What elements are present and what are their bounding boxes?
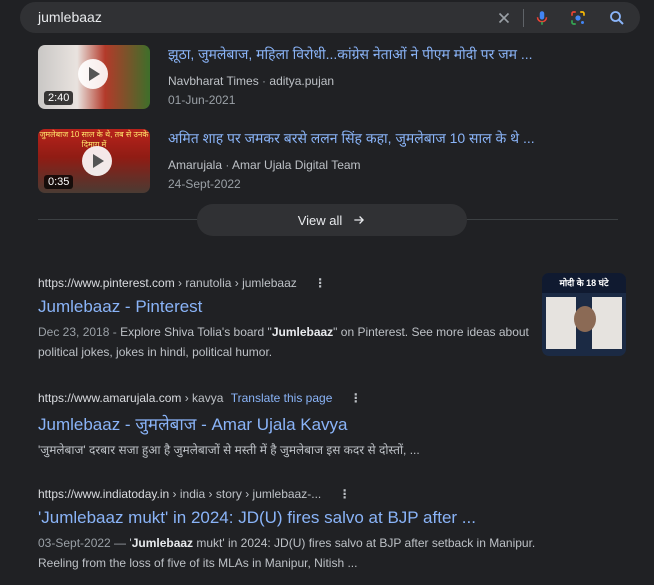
arrow-right-icon [354,216,365,224]
microphone-icon[interactable] [533,9,551,27]
result-snippet: 03-Sept-2022 — 'Jumlebaaz mukt' in 2024:… [38,533,578,573]
result-path: › india › story › jumlebaaz-... [169,487,322,501]
view-all-label: View all [297,212,343,228]
result-thumbnail[interactable]: मोदी के 18 घंटे [542,273,626,356]
video-title[interactable]: झूठा, जुमलेबाज, महिला विरोधी...कांग्रेस … [168,45,533,64]
result-snippet: Dec 23, 2018 - Explore Shiva Tolia's boa… [38,322,538,362]
thumbnail-panel [592,297,622,349]
video-source: Navbharat Times · aditya.pujan [168,74,334,88]
result-snippet: 'जुमलेबाज' दरबार सजा हुआ है जुमलेबाजों स… [38,443,420,457]
search-result: https://www.pinterest.com › ranutolia › … [38,276,538,362]
translate-link[interactable]: Translate this page [231,391,333,405]
thumbnail-caption: मोदी के 18 घंटे [542,273,626,293]
result-path: › ranutolia › jumlebaaz [174,276,297,290]
result-url[interactable]: https://www.pinterest.com › ranutolia › … [38,276,538,290]
result-url[interactable]: https://www.amarujala.com › kavya Transl… [38,391,538,405]
search-input[interactable]: jumlebaaz [38,9,102,25]
snippet-highlight: Jumlebaaz [271,325,334,339]
search-result: https://www.indiatoday.in › india › stor… [38,487,578,573]
result-url[interactable]: https://www.indiatoday.in › india › stor… [38,487,578,501]
result-title[interactable]: Jumlebaaz - जुमलेबाज - Amar Ujala Kavya [38,412,538,435]
video-publisher: Amarujala [168,158,223,172]
search-bar: jumlebaaz [20,2,640,33]
snippet-highlight: Jumlebaaz [131,536,194,550]
clear-icon[interactable] [495,9,513,27]
view-all-button[interactable]: View all [197,204,467,236]
search-divider [523,9,524,27]
snippet-text: Explore Shiva Tolia's board " [120,325,272,339]
result-title[interactable]: Jumlebaaz - Pinterest [38,297,538,317]
video-duration: 0:35 [44,175,74,189]
snippet-date: 03-Sept-2022 — [38,536,130,550]
video-result: 2:40 झूठा, जुमलेबाज, महिला विरोधी...कांग… [38,45,618,111]
video-author: Amar Ujala Digital Team [232,158,361,172]
result-domain: https://www.indiatoday.in [38,487,170,501]
more-options-icon[interactable]: ⋮ [350,391,362,405]
google-lens-icon[interactable] [569,9,587,27]
video-source: Amarujala · Amar Ujala Digital Team [168,158,361,172]
result-domain: https://www.pinterest.com [38,276,175,290]
more-options-icon[interactable]: ⋮ [339,487,351,501]
thumbnail-panel [546,297,576,349]
result-title[interactable]: 'Jumlebaaz mukt' in 2024: JD(U) fires sa… [38,508,578,528]
play-icon [78,59,108,89]
video-result: जुमलेबाज 10 साल के थे, तब से उनके दिमाग … [38,129,618,195]
video-date: 24-Sept-2022 [168,177,241,191]
video-author: aditya.pujan [269,74,335,88]
video-title[interactable]: अमित शाह पर जमकर बरसे ललन सिंह कहा, जुमल… [168,129,535,148]
search-result: https://www.amarujala.com › kavya Transl… [38,391,538,460]
video-thumbnail[interactable]: 2:40 [38,45,150,109]
search-icon[interactable] [608,9,626,27]
video-date: 01-Jun-2021 [168,93,236,107]
result-path: › kavya [181,391,224,405]
thumbnail-portrait [574,306,596,332]
snippet-date: Dec 23, 2018 - [38,325,121,339]
play-icon [82,146,112,176]
more-options-icon[interactable]: ⋮ [314,276,326,290]
video-publisher: Navbharat Times [168,74,259,88]
result-domain: https://www.amarujala.com [38,391,182,405]
video-duration: 2:40 [44,91,74,105]
video-thumbnail[interactable]: जुमलेबाज 10 साल के थे, तब से उनके दिमाग … [38,129,150,193]
